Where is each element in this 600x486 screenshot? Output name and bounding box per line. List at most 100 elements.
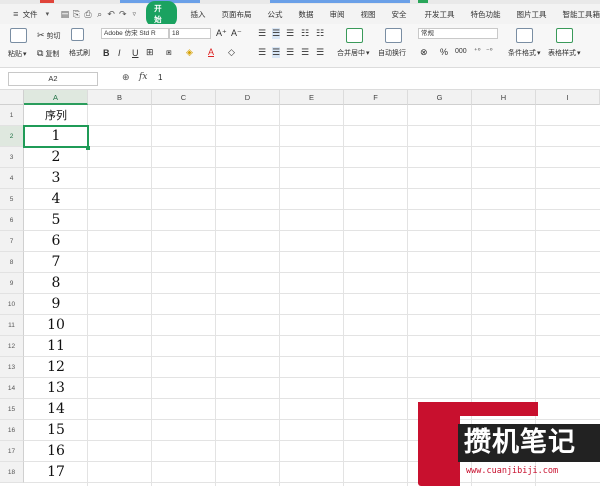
italic-button[interactable]: I [118,48,121,58]
paste-button[interactable]: 粘贴 ▾ [8,49,27,59]
align-middle-icon[interactable]: ☰ [272,28,281,39]
tab-picture-tools[interactable]: 图片工具 [517,9,547,20]
cell-a7[interactable]: 6 [24,231,88,252]
row-header-6[interactable]: 6 [0,210,24,231]
font-size-select[interactable]: 18 [169,28,211,39]
cell-a5[interactable]: 4 [24,189,88,210]
cell-a6[interactable]: 5 [24,210,88,231]
redo-icon[interactable]: ↷ [117,9,129,20]
row-header-5[interactable]: 5 [0,189,24,210]
conditional-format-button[interactable]: 条件格式 ▾ [508,48,541,58]
tab-review[interactable]: 审阅 [330,9,345,20]
thousands-separator-button[interactable]: 000 [455,48,467,55]
bold-button[interactable]: B [103,48,110,58]
row-header-4[interactable]: 4 [0,168,24,189]
align-top-icon[interactable]: ☰ [258,28,266,39]
borders-icon[interactable]: ⊞ [146,47,154,58]
menu-hamburger-icon[interactable]: ≡ [10,9,22,19]
conditional-format-icon[interactable] [516,28,535,43]
shrink-font-button[interactable]: A⁻ [231,28,242,39]
column-header-h[interactable]: H [472,90,536,105]
formula-input[interactable]: 1 [158,73,162,82]
print-preview-icon[interactable]: ⌕ [94,9,106,20]
format-painter-icon[interactable] [71,28,86,41]
row-header-16[interactable]: 16 [0,420,24,441]
row-header-7[interactable]: 7 [0,231,24,252]
cell-style-icon[interactable]: ⧆ [166,47,172,58]
name-box[interactable]: A2 [8,72,98,86]
tab-special-features[interactable]: 特色功能 [471,9,501,20]
column-header-e[interactable]: E [280,90,344,105]
copy-button[interactable]: ⧉ 复制 [37,48,59,59]
wrap-text-button[interactable]: 自动换行 [378,48,406,58]
cell-a16[interactable]: 15 [24,420,88,441]
column-header-i[interactable]: I [536,90,600,105]
align-center-icon[interactable]: ☰ [272,47,281,58]
increase-indent-icon[interactable]: ☷ [316,28,324,39]
paste-icon[interactable] [10,28,29,43]
tab-security[interactable]: 安全 [392,9,407,20]
row-header-15[interactable]: 15 [0,399,24,420]
currency-icon[interactable]: ⊗ [420,47,428,58]
percent-button[interactable]: % [440,47,448,57]
column-header-c[interactable]: C [152,90,216,105]
wrap-text-icon[interactable] [385,28,404,43]
row-header-8[interactable]: 8 [0,252,24,273]
save-icon[interactable]: ▤ [59,9,71,20]
cell-a14[interactable]: 13 [24,378,88,399]
menu-file[interactable]: 文件 [23,9,38,20]
fx-icon[interactable]: fx [139,72,147,82]
cell-a3[interactable]: 2 [24,147,88,168]
tab-page-layout[interactable]: 页面布局 [222,9,252,20]
tab-insert[interactable]: 插入 [191,9,206,20]
align-left-icon[interactable]: ☰ [258,47,266,58]
export-icon[interactable]: ⎘ [71,9,83,20]
cell-a8[interactable]: 7 [24,252,88,273]
tab-view[interactable]: 视图 [361,9,376,20]
decrease-indent-icon[interactable]: ☷ [301,28,309,39]
column-header-f[interactable]: F [344,90,408,105]
cell-a13[interactable]: 12 [24,357,88,378]
row-header-13[interactable]: 13 [0,357,24,378]
tab-formulas[interactable]: 公式 [268,9,283,20]
cut-button[interactable]: ✂ 剪切 [37,30,61,41]
grow-font-button[interactable]: A⁺ [216,28,227,39]
row-header-14[interactable]: 14 [0,378,24,399]
zoom-icon[interactable]: ⊕ [122,72,130,83]
font-name-select[interactable]: Adobe 仿宋 Std R [101,28,169,39]
increase-decimal-icon[interactable]: ⁺⁰ [474,47,481,55]
undo-icon[interactable]: ↶ [105,9,117,20]
row-header-2[interactable]: 2 [0,126,24,147]
cell-a10[interactable]: 9 [24,294,88,315]
row-header-12[interactable]: 12 [0,336,24,357]
cell-a11[interactable]: 10 [24,315,88,336]
tab-data[interactable]: 数据 [299,9,314,20]
font-color-icon[interactable]: A [208,47,214,57]
row-header-17[interactable]: 17 [0,441,24,462]
merge-center-icon[interactable] [346,28,365,43]
cell-a15[interactable]: 14 [24,399,88,420]
row-header-11[interactable]: 11 [0,315,24,336]
column-header-d[interactable]: D [216,90,280,105]
cell-a1[interactable]: 序列 [24,105,88,126]
row-header-18[interactable]: 18 [0,462,24,483]
row-header-9[interactable]: 9 [0,273,24,294]
row-header-1[interactable]: 1 [0,105,24,126]
select-all-corner[interactable] [0,90,24,105]
clear-format-icon[interactable]: ◇ [228,47,235,58]
table-style-button[interactable]: 表格样式 ▾ [548,48,581,58]
format-painter-button[interactable]: 格式刷 [69,48,90,58]
row-header-10[interactable]: 10 [0,294,24,315]
align-bottom-icon[interactable]: ☰ [286,28,294,39]
table-style-icon[interactable] [556,28,575,43]
decrease-decimal-icon[interactable]: ⁻⁰ [486,47,493,55]
number-format-select[interactable]: 常规 [418,28,498,39]
customize-quickbar-icon[interactable]: ▿ [129,10,141,18]
cell-a4[interactable]: 3 [24,168,88,189]
row-header-3[interactable]: 3 [0,147,24,168]
cell-a12[interactable]: 11 [24,336,88,357]
fill-color-icon[interactable]: ◈ [186,47,193,58]
tab-developer[interactable]: 开发工具 [425,9,455,20]
underline-button[interactable]: U [132,48,139,58]
justify-icon[interactable]: ☰ [301,47,309,58]
